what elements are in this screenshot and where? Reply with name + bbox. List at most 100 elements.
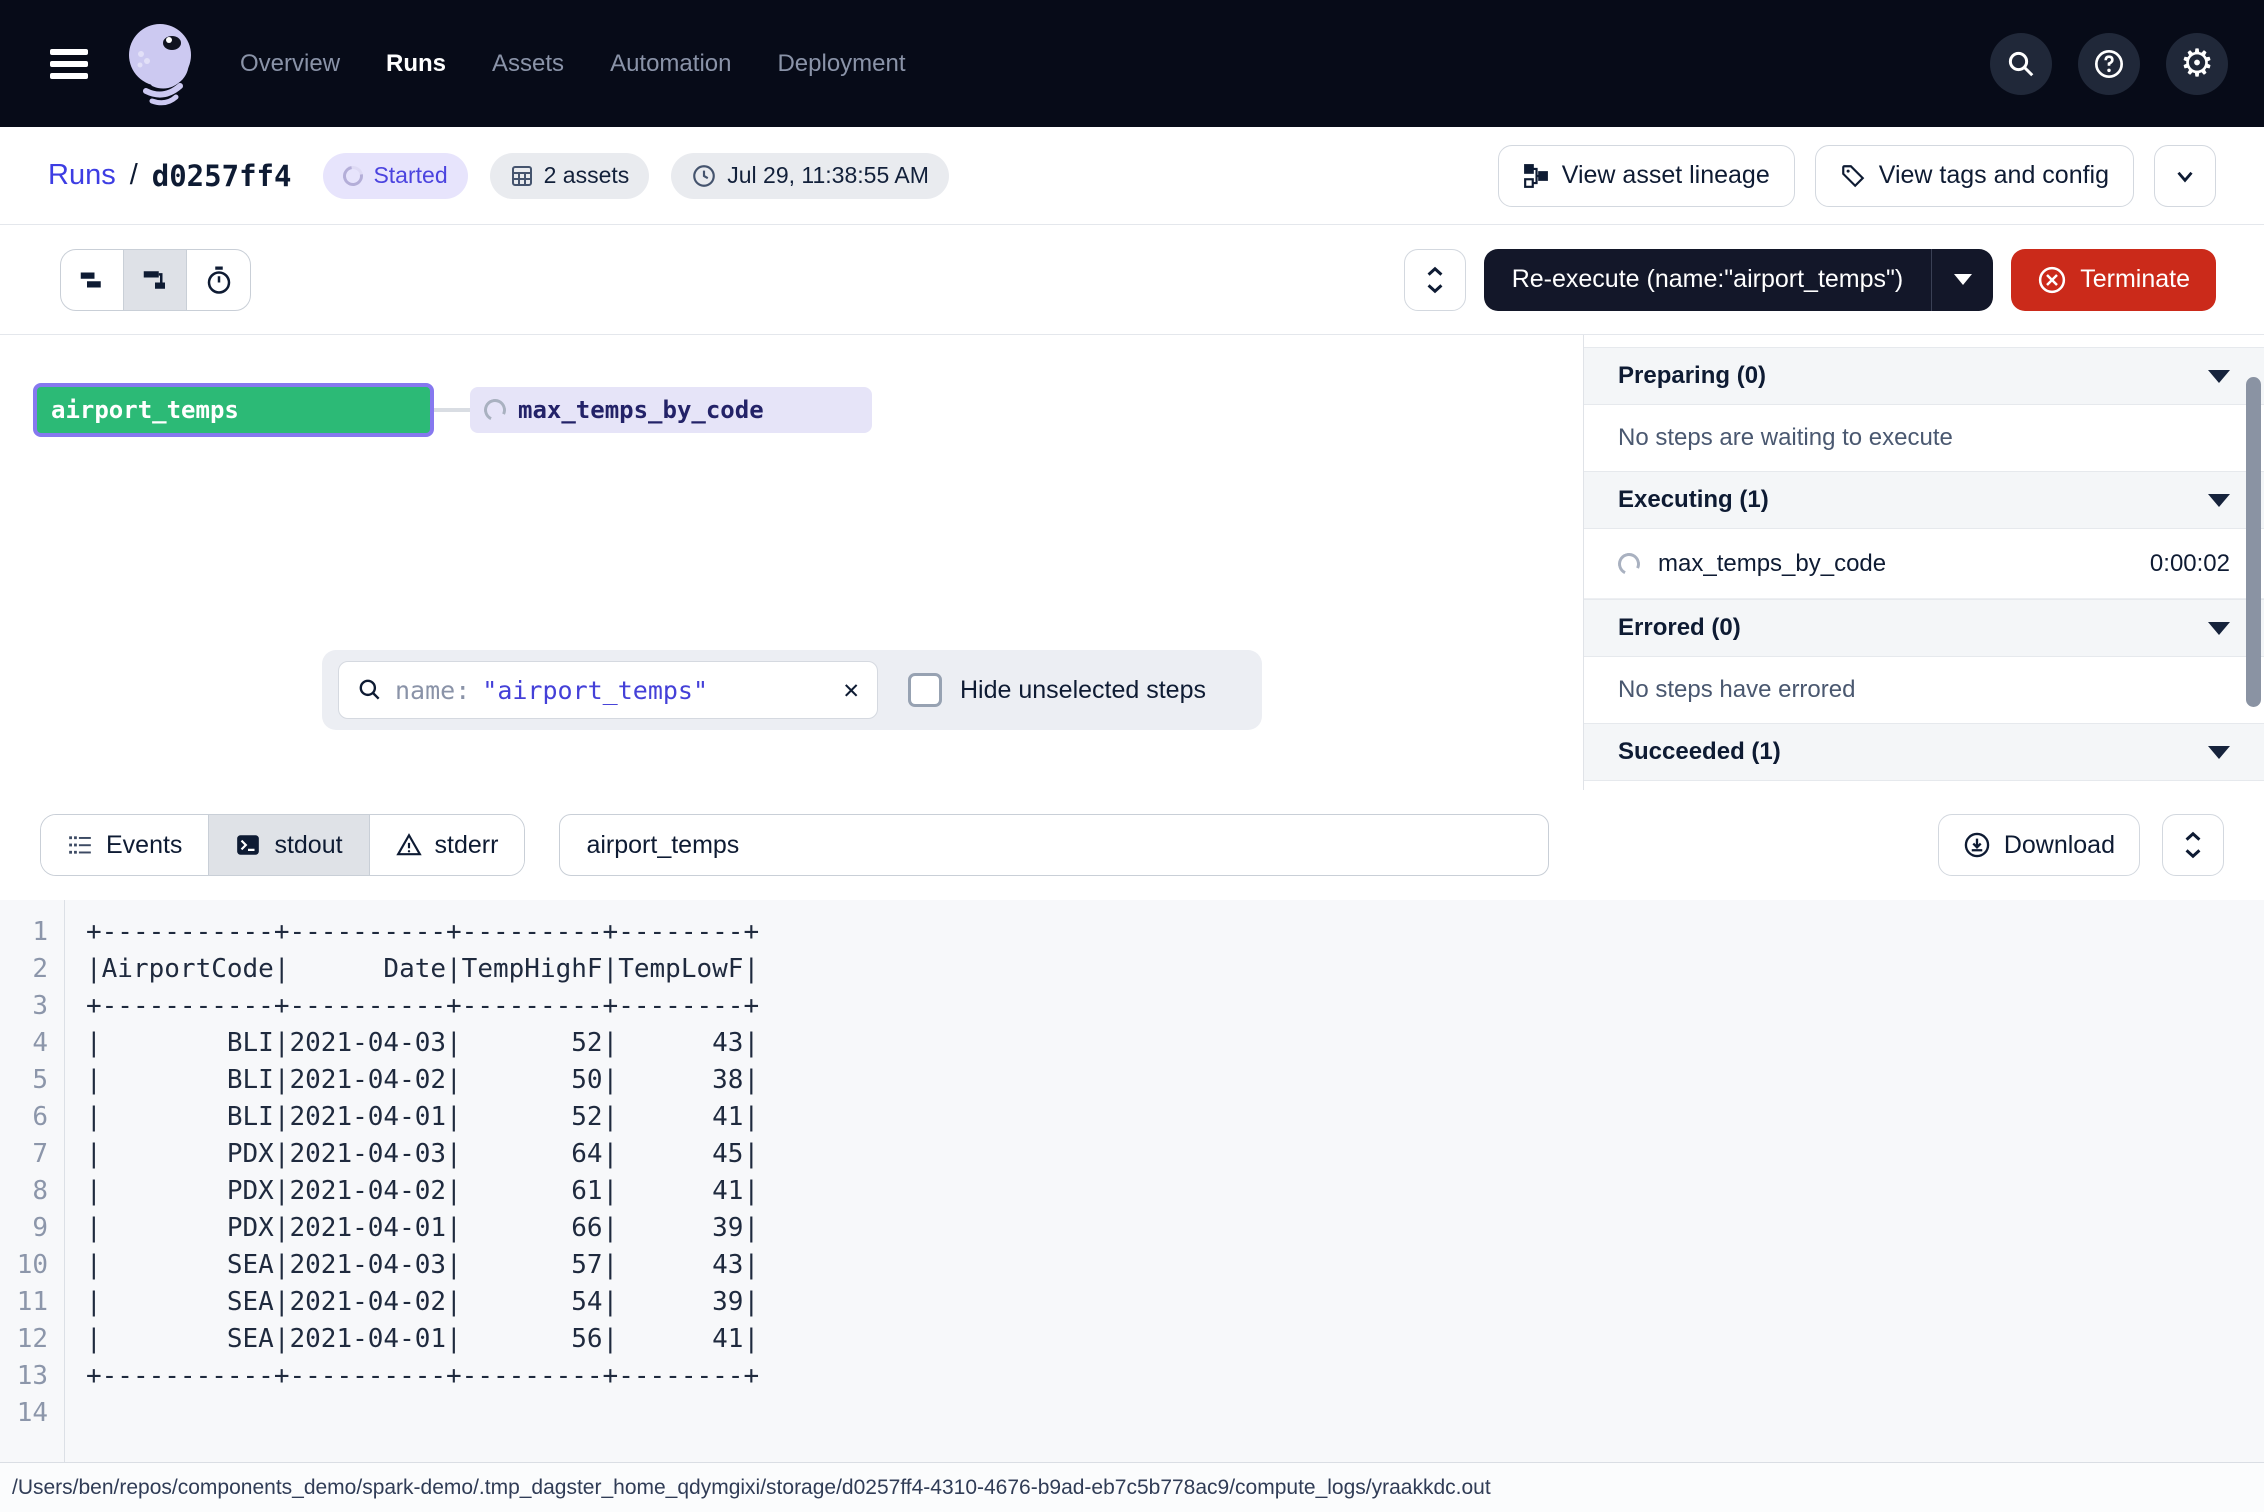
search-icon	[2006, 49, 2036, 79]
collapse-triangle-icon	[2208, 746, 2230, 759]
view-waterfall-gantt-button[interactable]	[124, 250, 187, 310]
tag-icon	[1840, 163, 1866, 189]
log-line: 14	[0, 1395, 2264, 1432]
log-line: 12 | SEA|2021-04-01| 56| 41|	[0, 1321, 2264, 1358]
circled-x-icon	[2037, 265, 2067, 295]
log-line: 6 | BLI|2021-04-01| 52| 41|	[0, 1099, 2264, 1136]
line-text: | PDX|2021-04-02| 61| 41|	[86, 1173, 759, 1210]
collapse-triangle-icon	[2208, 494, 2230, 507]
nav-item-automation[interactable]: Automation	[610, 50, 731, 78]
nav-item-deployment[interactable]: Deployment	[777, 50, 905, 78]
log-lines: 1 +-----------+----------+---------+----…	[0, 900, 2264, 1432]
menu-icon[interactable]	[50, 49, 88, 79]
line-number: 11	[0, 1284, 64, 1321]
section-errored[interactable]: Errored (0)	[1584, 599, 2264, 657]
gantt-step-max-temps-by-code[interactable]: max_temps_by_code	[470, 387, 872, 433]
line-text: | SEA|2021-04-01| 56| 41|	[86, 1321, 759, 1358]
preparing-empty-text: No steps are waiting to execute	[1584, 405, 2264, 471]
tab-stderr[interactable]: stderr	[370, 815, 525, 875]
view-timer-button[interactable]	[187, 250, 250, 310]
spinner-icon	[1615, 549, 1643, 577]
grid-icon	[510, 164, 534, 188]
line-number: 5	[0, 1062, 64, 1099]
reexecute-dropdown-button[interactable]	[1931, 249, 1993, 311]
terminal-icon	[235, 832, 261, 858]
line-number: 1	[0, 914, 64, 951]
search-icon	[357, 677, 383, 703]
log-line: 4 | BLI|2021-04-03| 52| 43|	[0, 1025, 2264, 1062]
chevron-down-icon	[2172, 163, 2198, 189]
tab-stdout[interactable]: stdout	[209, 815, 369, 875]
hide-unselected-label[interactable]: Hide unselected steps	[960, 676, 1206, 705]
zoom-fit-button[interactable]	[1404, 249, 1466, 311]
status-badge: Started	[323, 153, 467, 199]
log-tabs: Events stdout stderr	[40, 814, 525, 876]
steps-status-panel: Preparing (0) No steps are waiting to ex…	[1583, 335, 2264, 790]
collapse-triangle-icon	[2208, 622, 2230, 635]
line-number: 13	[0, 1358, 64, 1395]
line-number: 2	[0, 951, 64, 988]
step-filter-input[interactable]: name:"airport_temps" ✕	[338, 661, 878, 719]
download-button[interactable]: Download	[1938, 814, 2140, 876]
tab-events[interactable]: Events	[41, 815, 209, 875]
settings-button[interactable]: ⚙	[2166, 33, 2228, 95]
download-icon	[1963, 831, 1991, 859]
line-number: 3	[0, 988, 64, 1025]
line-text: +-----------+----------+---------+------…	[86, 914, 759, 951]
log-line: 5 | BLI|2021-04-02| 50| 38|	[0, 1062, 2264, 1099]
expand-log-button[interactable]	[2162, 814, 2224, 876]
collapse-triangle-icon	[2208, 370, 2230, 383]
reexecute-button[interactable]: Re-execute (name:"airport_temps")	[1484, 265, 1932, 294]
line-text: | BLI|2021-04-01| 52| 41|	[86, 1099, 759, 1136]
line-text: | BLI|2021-04-02| 50| 38|	[86, 1062, 759, 1099]
section-preparing[interactable]: Preparing (0)	[1584, 347, 2264, 405]
section-succeeded[interactable]: Succeeded (1)	[1584, 723, 2264, 781]
assets-badge[interactable]: 2 assets	[490, 153, 650, 199]
dagster-logo-icon[interactable]	[124, 21, 196, 107]
view-tags-config-button[interactable]: View tags and config	[1815, 145, 2134, 207]
nav-items: Overview Runs Assets Automation Deployme…	[240, 50, 906, 78]
run-header: Runs / d0257ff4 Started 2 assets Jul 29,…	[0, 127, 2264, 225]
section-executing[interactable]: Executing (1)	[1584, 471, 2264, 529]
log-line: 13 +-----------+----------+---------+---…	[0, 1358, 2264, 1395]
line-text: |AirportCode| Date|TempHighF|TempLowF|	[86, 951, 759, 988]
nav-item-overview[interactable]: Overview	[240, 50, 340, 78]
panel-scrollbar-thumb[interactable]	[2246, 377, 2261, 707]
log-step-selector[interactable]: airport_temps	[559, 814, 1549, 876]
nav-item-runs[interactable]: Runs	[386, 50, 446, 78]
help-icon	[2093, 48, 2125, 80]
line-number: 6	[0, 1099, 64, 1136]
line-number: 10	[0, 1247, 64, 1284]
lineage-icon	[1523, 163, 1549, 189]
stdout-log-viewer[interactable]: 1 +-----------+----------+---------+----…	[0, 900, 2264, 1462]
line-text: | BLI|2021-04-03| 52| 43|	[86, 1025, 759, 1062]
search-button[interactable]	[1990, 33, 2052, 95]
line-text: | SEA|2021-04-02| 54| 39|	[86, 1284, 759, 1321]
log-line: 3 +-----------+----------+---------+----…	[0, 988, 2264, 1025]
warning-triangle-icon	[396, 832, 422, 858]
line-number: 9	[0, 1210, 64, 1247]
view-flat-gantt-button[interactable]	[61, 250, 124, 310]
log-toolbar: Events stdout stderr airport_temps Downl…	[0, 790, 2264, 900]
gantt-chart: airport_temps max_temps_by_code name:"ai…	[0, 335, 1583, 790]
terminate-button[interactable]: Terminate	[2011, 249, 2216, 311]
waterfall-gantt-icon	[140, 265, 170, 295]
line-number: 4	[0, 1025, 64, 1062]
executing-step-row[interactable]: max_temps_by_code 0:00:02	[1584, 529, 2264, 599]
log-line: 8 | PDX|2021-04-02| 61| 41|	[0, 1173, 2264, 1210]
view-asset-lineage-button[interactable]: View asset lineage	[1498, 145, 1795, 207]
line-number: 8	[0, 1173, 64, 1210]
more-run-actions-button[interactable]	[2154, 145, 2216, 207]
clear-filter-icon[interactable]: ✕	[843, 675, 859, 705]
breadcrumb-runs-link[interactable]: Runs	[48, 159, 116, 192]
log-line: 7 | PDX|2021-04-03| 64| 45|	[0, 1136, 2264, 1173]
gantt-step-airport-temps[interactable]: airport_temps	[33, 383, 434, 437]
clock-icon	[691, 163, 717, 189]
run-toolbar: Re-execute (name:"airport_temps") Termin…	[0, 225, 2264, 335]
gantt-dependency-line	[434, 408, 470, 412]
hide-unselected-checkbox[interactable]	[908, 673, 942, 707]
nav-item-assets[interactable]: Assets	[492, 50, 564, 78]
errored-empty-text: No steps have errored	[1584, 657, 2264, 723]
help-button[interactable]	[2078, 33, 2140, 95]
line-text: +-----------+----------+---------+------…	[86, 1358, 759, 1395]
